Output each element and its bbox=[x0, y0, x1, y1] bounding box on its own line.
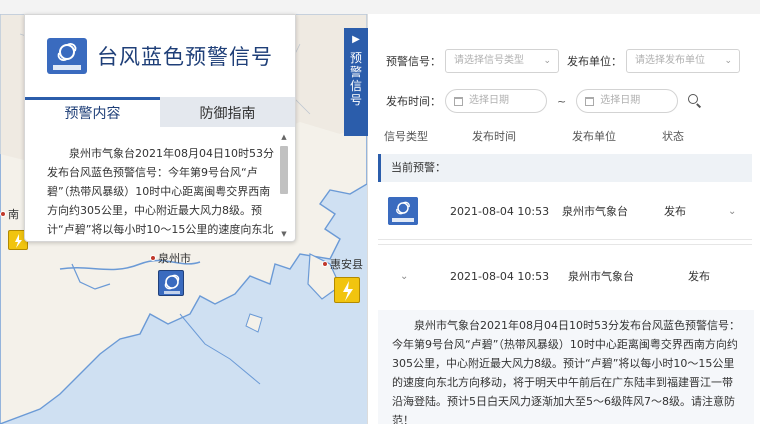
header-publish-time: 发布时间 bbox=[472, 130, 516, 143]
lightning-icon bbox=[343, 281, 353, 301]
table-row-expanded[interactable]: ⌄ 2021-08-04 10:53 泉州市气象台 发布 bbox=[378, 244, 752, 310]
warning-content-text: 泉州市气象台2021年08月04日10时53分发布台风蓝色预警信号：今年第9号台… bbox=[47, 147, 274, 236]
city-quanzhou[interactable]: 泉州市 bbox=[150, 250, 191, 266]
popup-content: 泉州市气象台2021年08月04日10时53分发布台风蓝色预警信号：今年第9号台… bbox=[25, 127, 295, 241]
publish-time-label: 发布时间： bbox=[386, 95, 441, 108]
city-dot bbox=[0, 211, 6, 217]
start-date-placeholder: 选择日期 bbox=[469, 95, 509, 106]
city-dot bbox=[322, 261, 328, 267]
search-icon[interactable] bbox=[688, 94, 702, 108]
scroll-thumb[interactable] bbox=[280, 146, 288, 194]
filter-row-1: 预警信号： 请选择信号类型 ⌄ 发布单位： 请选择发布单位 ⌄ bbox=[386, 48, 756, 74]
header-publish-unit: 发布单位 bbox=[572, 130, 616, 143]
current-warning-label: 当前预警： bbox=[378, 154, 752, 182]
chevron-down-icon: ⌄ bbox=[724, 56, 732, 66]
chevron-down-icon[interactable]: ⌄ bbox=[728, 184, 736, 240]
side-tab-label: 预警信号 bbox=[350, 51, 363, 107]
calendar-icon bbox=[454, 96, 463, 106]
top-strip bbox=[0, 0, 760, 14]
popup-tabs: 预警内容 防御指南 bbox=[25, 97, 295, 127]
city-huian[interactable]: 惠安县 bbox=[322, 256, 363, 272]
filter-row-2: 发布时间： 选择日期 ~ 选择日期 bbox=[386, 88, 756, 114]
tab-defense-guide[interactable]: 防御指南 bbox=[160, 97, 295, 127]
tab-warning-content[interactable]: 预警内容 bbox=[25, 97, 160, 127]
publish-unit-placeholder: 请选择发布单位 bbox=[635, 55, 705, 66]
signal-type-select[interactable]: 请选择信号类型 ⌄ bbox=[445, 49, 559, 73]
row-status: 发布 bbox=[688, 270, 710, 283]
typhoon-blue-icon bbox=[388, 197, 418, 225]
calendar-icon bbox=[585, 96, 595, 106]
row-publish-time: 2021-08-04 10:53 bbox=[450, 205, 550, 218]
side-panel-toggle[interactable]: ▶ 预警信号 bbox=[344, 28, 368, 136]
city-partial[interactable]: 南 bbox=[0, 206, 19, 222]
header-status: 状态 bbox=[662, 130, 684, 143]
scroll-up-icon[interactable]: ▲ bbox=[280, 133, 288, 142]
chevron-down-icon[interactable]: ⌄ bbox=[400, 245, 408, 309]
end-date-input[interactable]: 选择日期 bbox=[576, 89, 679, 113]
row-status: 发布 bbox=[664, 205, 686, 218]
city-label: 南 bbox=[8, 208, 19, 221]
popup-title: 台风蓝色预警信号 bbox=[97, 45, 273, 69]
signal-type-label: 预警信号： bbox=[386, 55, 441, 68]
warning-detail: 泉州市气象台2021年08月04日10时53分发布台风蓝色预警信号：今年第9号台… bbox=[378, 310, 754, 424]
row-publish-time: 2021-08-04 10:53 bbox=[450, 270, 550, 283]
publish-unit-label: 发布单位： bbox=[567, 55, 622, 68]
yellow-warning-marker[interactable] bbox=[334, 277, 360, 303]
popup-header: 台风蓝色预警信号 bbox=[25, 15, 295, 97]
date-separator: ~ bbox=[557, 94, 567, 108]
header-signal-type: 信号类型 bbox=[384, 130, 428, 143]
popup-scrollbar[interactable]: ▲ ▼ bbox=[280, 133, 288, 239]
city-dot bbox=[150, 255, 156, 261]
warning-side-panel: ▶ 预警信号 预警信号： 请选择信号类型 ⌄ 发布单位： 请选择发布单位 ⌄ 发… bbox=[344, 14, 760, 424]
scroll-down-icon[interactable]: ▼ bbox=[280, 230, 288, 239]
typhoon-blue-warning-marker[interactable] bbox=[158, 270, 184, 296]
typhoon-blue-icon bbox=[47, 38, 87, 74]
table-row[interactable]: 2021-08-04 10:53 泉州市气象台 发布 ⌄ bbox=[378, 184, 752, 240]
table-header: 信号类型 发布时间 发布单位 状态 bbox=[368, 122, 760, 152]
signal-type-placeholder: 请选择信号类型 bbox=[454, 55, 524, 66]
chevron-down-icon: ⌄ bbox=[543, 56, 551, 66]
start-date-input[interactable]: 选择日期 bbox=[445, 89, 547, 113]
publish-unit-select[interactable]: 请选择发布单位 ⌄ bbox=[626, 49, 740, 73]
warning-popup: 台风蓝色预警信号 预警内容 防御指南 泉州市气象台2021年08月04日10时5… bbox=[24, 14, 296, 242]
city-label: 惠安县 bbox=[330, 258, 363, 271]
row-publish-unit: 泉州市气象台 bbox=[568, 270, 634, 283]
typhoon-icon bbox=[164, 274, 180, 294]
collapse-arrow-icon: ▶ bbox=[352, 34, 360, 45]
row-publish-unit: 泉州市气象台 bbox=[562, 205, 628, 218]
end-date-placeholder: 选择日期 bbox=[600, 95, 641, 106]
filter-area: 预警信号： 请选择信号类型 ⌄ 发布单位： 请选择发布单位 ⌄ 发布时间： 选择… bbox=[386, 48, 756, 128]
warning-detail-text: 泉州市气象台2021年08月04日10时53分发布台风蓝色预警信号：今年第9号台… bbox=[392, 319, 740, 424]
city-label: 泉州市 bbox=[158, 252, 191, 265]
